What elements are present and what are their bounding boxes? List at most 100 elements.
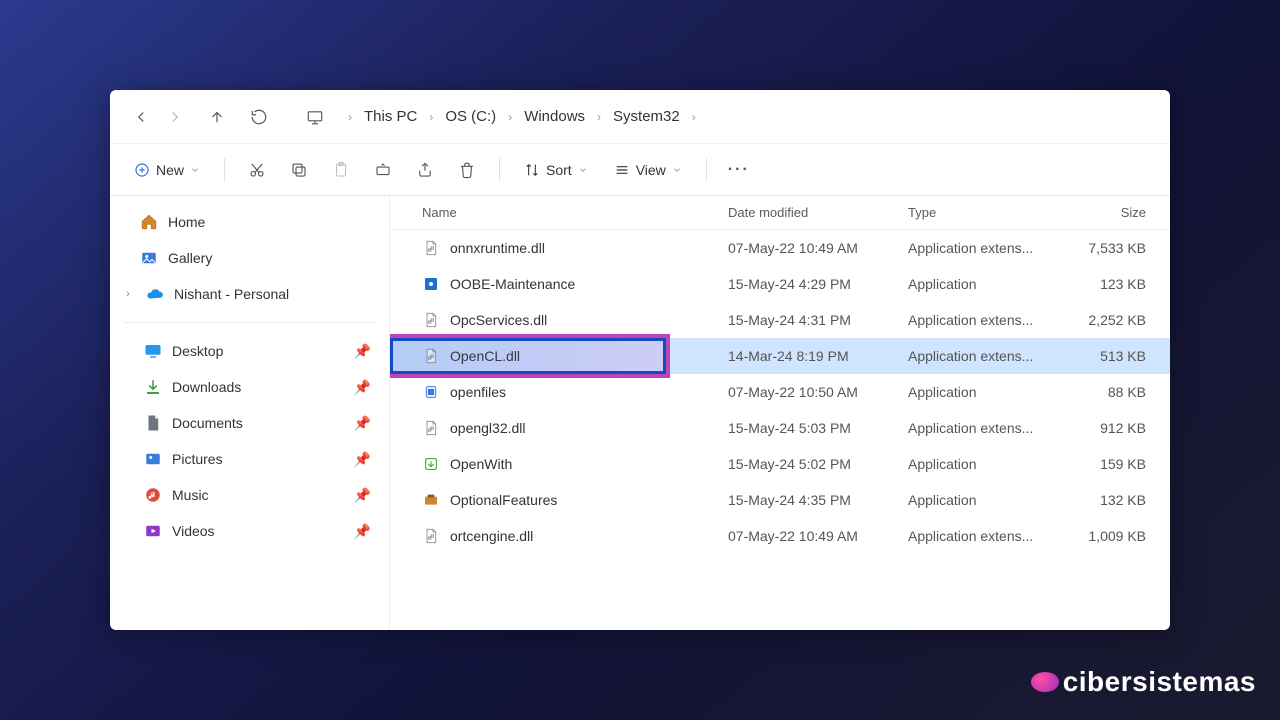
file-size: 7,533 KB xyxy=(1070,240,1170,256)
file-icon xyxy=(422,311,440,329)
explorer-body: Home Gallery › Nishant - Personal Deskto… xyxy=(110,196,1170,630)
breadcrumb: › This PC › OS (C:) › Windows › System32… xyxy=(342,104,702,129)
refresh-button[interactable] xyxy=(242,100,276,134)
music-icon xyxy=(144,486,162,504)
rename-button[interactable] xyxy=(365,152,401,188)
watermark: cibersistemas xyxy=(1031,666,1256,698)
forward-button[interactable] xyxy=(158,100,192,134)
up-button[interactable] xyxy=(200,100,234,134)
file-size: 159 KB xyxy=(1070,456,1170,472)
chevron-right-icon: › xyxy=(348,110,352,124)
sort-button[interactable]: Sort xyxy=(514,152,598,188)
col-size[interactable]: Size xyxy=(1070,205,1170,220)
crumb-os-c[interactable]: OS (C:) xyxy=(443,104,498,129)
sidebar-item-label: Nishant - Personal xyxy=(174,286,289,302)
sidebar-item-pictures[interactable]: Pictures 📌 xyxy=(110,441,389,477)
sidebar-item-videos[interactable]: Videos 📌 xyxy=(110,513,389,549)
file-type: Application extens... xyxy=(900,312,1070,328)
col-type[interactable]: Type xyxy=(900,205,1070,220)
back-button[interactable] xyxy=(124,100,158,134)
more-button[interactable]: ··· xyxy=(721,152,757,188)
pc-icon[interactable] xyxy=(298,100,332,134)
file-type: Application extens... xyxy=(900,420,1070,436)
pictures-icon xyxy=(144,450,162,468)
file-size: 513 KB xyxy=(1070,348,1170,364)
column-headers: Name Date modified Type Size xyxy=(390,196,1170,230)
file-row[interactable]: opengl32.dll15-May-24 5:03 PMApplication… xyxy=(390,410,1170,446)
view-button[interactable]: View xyxy=(604,152,692,188)
sidebar-item-label: Documents xyxy=(172,415,243,431)
file-date: 07-May-22 10:49 AM xyxy=(720,528,900,544)
file-name: OOBE-Maintenance xyxy=(450,276,575,292)
file-list: Name Date modified Type Size onnxruntime… xyxy=(390,196,1170,630)
file-name: ortcengine.dll xyxy=(450,528,533,544)
file-date: 14-Mar-24 8:19 PM xyxy=(720,348,900,364)
file-icon xyxy=(422,239,440,257)
new-button[interactable]: New xyxy=(124,152,210,188)
file-date: 07-May-22 10:50 AM xyxy=(720,384,900,400)
file-icon xyxy=(422,347,440,365)
file-size: 132 KB xyxy=(1070,492,1170,508)
file-type: Application xyxy=(900,456,1070,472)
col-name[interactable]: Name xyxy=(414,205,720,220)
file-type: Application extens... xyxy=(900,240,1070,256)
sidebar-item-onedrive[interactable]: › Nishant - Personal xyxy=(110,276,389,312)
sidebar-item-label: Home xyxy=(168,214,205,230)
file-icon xyxy=(422,491,440,509)
file-type: Application xyxy=(900,492,1070,508)
file-row[interactable]: onnxruntime.dll07-May-22 10:49 AMApplica… xyxy=(390,230,1170,266)
crumb-system32[interactable]: System32 xyxy=(611,104,682,129)
sidebar-item-label: Downloads xyxy=(172,379,241,395)
paste-button[interactable] xyxy=(323,152,359,188)
explorer-window: › This PC › OS (C:) › Windows › System32… xyxy=(110,90,1170,630)
crumb-this-pc[interactable]: This PC xyxy=(362,104,419,129)
chevron-right-icon: › xyxy=(597,110,601,124)
file-name: OptionalFeatures xyxy=(450,492,557,508)
sidebar-item-home[interactable]: Home xyxy=(110,204,389,240)
file-name: onnxruntime.dll xyxy=(450,240,545,256)
pin-icon: 📌 xyxy=(354,415,371,432)
pin-icon: 📌 xyxy=(354,487,371,504)
file-type: Application extens... xyxy=(900,348,1070,364)
file-icon xyxy=(422,527,440,545)
sidebar-item-gallery[interactable]: Gallery xyxy=(110,240,389,276)
gallery-icon xyxy=(140,249,158,267)
file-row[interactable]: OpcServices.dll15-May-24 4:31 PMApplicat… xyxy=(390,302,1170,338)
sidebar-item-downloads[interactable]: Downloads 📌 xyxy=(110,369,389,405)
crumb-windows[interactable]: Windows xyxy=(522,104,587,129)
file-size: 2,252 KB xyxy=(1070,312,1170,328)
videos-icon xyxy=(144,522,162,540)
sort-label: Sort xyxy=(546,162,572,178)
file-row[interactable]: OpenWith15-May-24 5:02 PMApplication159 … xyxy=(390,446,1170,482)
sidebar: Home Gallery › Nishant - Personal Deskto… xyxy=(110,196,390,630)
delete-button[interactable] xyxy=(449,152,485,188)
share-button[interactable] xyxy=(407,152,443,188)
file-row[interactable]: OOBE-Maintenance15-May-24 4:29 PMApplica… xyxy=(390,266,1170,302)
copy-button[interactable] xyxy=(281,152,317,188)
file-name: OpcServices.dll xyxy=(450,312,547,328)
watermark-text: cibersistemas xyxy=(1063,666,1256,698)
file-size: 123 KB xyxy=(1070,276,1170,292)
sidebar-item-label: Pictures xyxy=(172,451,223,467)
file-rows: onnxruntime.dll 07-May-22 10:49 AM Applica… xyxy=(390,230,1170,554)
file-icon xyxy=(422,419,440,437)
file-row[interactable]: OpenCL.dll14-Mar-24 8:19 PMApplication e… xyxy=(390,338,1170,374)
desktop-icon xyxy=(144,342,162,360)
cut-button[interactable] xyxy=(239,152,275,188)
file-icon xyxy=(422,383,440,401)
col-date[interactable]: Date modified xyxy=(720,205,900,220)
sidebar-item-label: Desktop xyxy=(172,343,223,359)
sidebar-item-label: Videos xyxy=(172,523,215,539)
file-row[interactable]: openfiles07-May-22 10:50 AMApplication88… xyxy=(390,374,1170,410)
sidebar-item-desktop[interactable]: Desktop 📌 xyxy=(110,333,389,369)
pin-icon: 📌 xyxy=(354,343,371,360)
file-type: Application xyxy=(900,276,1070,292)
home-icon xyxy=(140,213,158,231)
chevron-right-icon: › xyxy=(692,110,696,124)
file-row[interactable]: ortcengine.dll07-May-22 10:49 AMApplicat… xyxy=(390,518,1170,554)
expand-icon[interactable]: › xyxy=(120,288,136,300)
file-row[interactable]: OptionalFeatures15-May-24 4:35 PMApplica… xyxy=(390,482,1170,518)
sidebar-item-music[interactable]: Music 📌 xyxy=(110,477,389,513)
sidebar-item-documents[interactable]: Documents 📌 xyxy=(110,405,389,441)
chevron-right-icon: › xyxy=(508,110,512,124)
